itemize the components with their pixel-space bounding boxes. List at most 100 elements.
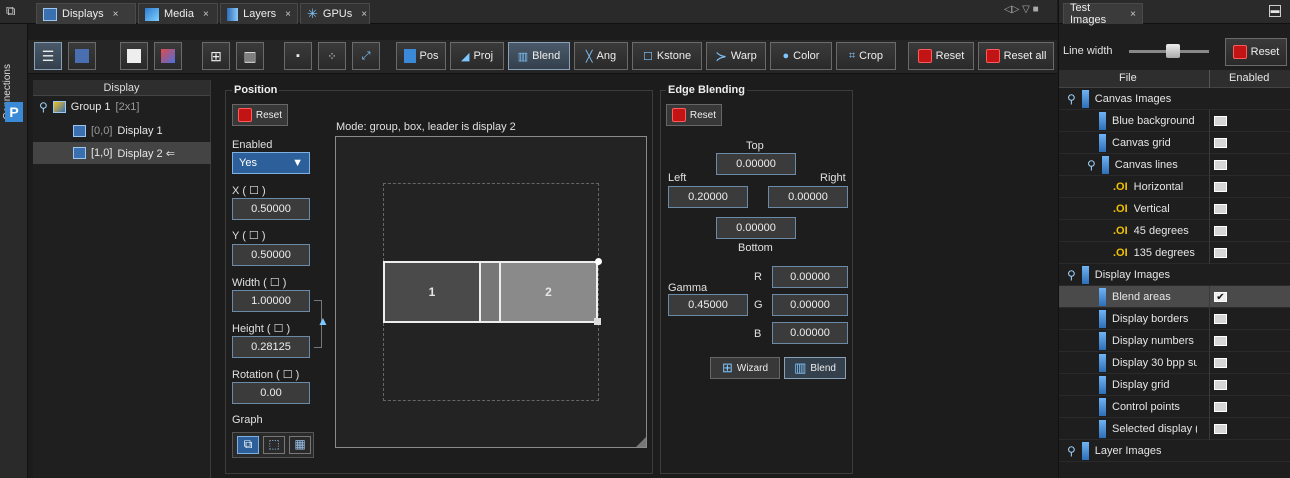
blend-button[interactable]: ▥ Blend bbox=[508, 42, 570, 70]
pin-icon[interactable]: ⚲ bbox=[1067, 92, 1076, 106]
top-field[interactable]: 0.00000 bbox=[716, 153, 796, 175]
tab-layers[interactable]: Layers × bbox=[220, 3, 298, 24]
tab-close-icon[interactable]: × bbox=[285, 9, 291, 20]
file-row[interactable]: .OI Vertical bbox=[1059, 198, 1290, 220]
file-row[interactable]: .OI 45 degrees bbox=[1059, 220, 1290, 242]
file-row[interactable]: Display grid bbox=[1059, 374, 1290, 396]
file-row[interactable]: Control points bbox=[1059, 396, 1290, 418]
blend-apply-button[interactable]: ▥ Blend bbox=[784, 357, 846, 379]
multi-point-button[interactable]: ⁘ bbox=[318, 42, 346, 70]
g-field[interactable]: 0.00000 bbox=[772, 294, 848, 316]
position-reset-button[interactable]: Reset bbox=[232, 104, 288, 126]
tab-close-icon[interactable]: × bbox=[1130, 9, 1136, 20]
single-point-button[interactable]: ▪ bbox=[284, 42, 312, 70]
gamma-field[interactable]: 0.45000 bbox=[668, 294, 748, 316]
file-row[interactable]: Display numbers bbox=[1059, 330, 1290, 352]
graph-grid-icon[interactable]: ▦ bbox=[289, 436, 311, 454]
check-display-button[interactable] bbox=[68, 42, 96, 70]
enabled-select[interactable]: Yes ▼ bbox=[232, 152, 310, 174]
enabled-checkbox[interactable] bbox=[1214, 182, 1227, 192]
line-width-slider-thumb[interactable] bbox=[1166, 44, 1180, 58]
grid-layout-button[interactable]: ⊞ bbox=[202, 42, 230, 70]
tab-displays[interactable]: Displays × bbox=[36, 3, 136, 24]
file-row[interactable]: ⚲ Canvas lines bbox=[1059, 154, 1290, 176]
tab-scroll-arrows-icon[interactable]: ◁▷ ▽ ■ bbox=[1004, 4, 1039, 15]
rotation-field[interactable]: 0.00 bbox=[232, 382, 310, 404]
file-row[interactable]: Blend areas ✔ bbox=[1059, 286, 1290, 308]
file-row[interactable]: Selected display ( bbox=[1059, 418, 1290, 440]
file-row[interactable]: Canvas grid bbox=[1059, 132, 1290, 154]
left-field[interactable]: 0.20000 bbox=[668, 186, 748, 208]
file-row[interactable]: .OI 135 degrees bbox=[1059, 242, 1290, 264]
pin-icon[interactable]: ⚲ bbox=[1067, 268, 1076, 282]
enabled-checkbox[interactable] bbox=[1214, 116, 1227, 126]
file-row[interactable]: .OI Horizontal bbox=[1059, 176, 1290, 198]
aspect-lock-icon[interactable]: ▲ bbox=[317, 314, 329, 328]
test-images-reset-button[interactable]: Reset bbox=[1225, 38, 1287, 66]
file-group-row[interactable]: ⚲ Display Images bbox=[1059, 264, 1290, 286]
reset-button[interactable]: Reset bbox=[908, 42, 974, 70]
tab-media[interactable]: Media × bbox=[138, 3, 218, 24]
right-field[interactable]: 0.00000 bbox=[768, 186, 848, 208]
tree-display-row-selected[interactable]: [1,0] Display 2 ⇐ bbox=[33, 142, 211, 164]
resize-handle[interactable] bbox=[594, 318, 601, 325]
bottom-field[interactable]: 0.00000 bbox=[716, 217, 796, 239]
warp-button[interactable]: ≻ Warp bbox=[706, 42, 766, 70]
enabled-checkbox[interactable] bbox=[1214, 160, 1227, 170]
y-field[interactable]: 0.50000 bbox=[232, 244, 310, 266]
enabled-checkbox[interactable] bbox=[1214, 358, 1227, 368]
graph-box-icon[interactable]: ⬚ bbox=[263, 436, 285, 454]
kstone-button[interactable]: ☐ Kstone bbox=[632, 42, 702, 70]
enabled-column-header[interactable]: Enabled bbox=[1229, 72, 1269, 84]
pin-icon[interactable]: ⚲ bbox=[1067, 444, 1076, 458]
tree-group-row[interactable]: ⚲ Group 1 [2x1] bbox=[33, 96, 211, 118]
pos-button[interactable]: Pos bbox=[396, 42, 446, 70]
width-field[interactable]: 1.00000 bbox=[232, 290, 310, 312]
list-view-button[interactable]: ☰ bbox=[34, 42, 62, 70]
file-row[interactable]: Blue background bbox=[1059, 110, 1290, 132]
x-field[interactable]: 0.50000 bbox=[232, 198, 310, 220]
enabled-checkbox[interactable] bbox=[1214, 336, 1227, 346]
display-column-header[interactable]: Display bbox=[33, 80, 210, 96]
enabled-checkbox[interactable] bbox=[1214, 138, 1227, 148]
tab-close-icon[interactable]: × bbox=[203, 9, 209, 20]
tab-close-icon[interactable]: × bbox=[113, 9, 119, 20]
file-row[interactable]: Display borders bbox=[1059, 308, 1290, 330]
minimize-panel-icon[interactable]: ▬ bbox=[1269, 5, 1281, 17]
enabled-checkbox[interactable] bbox=[1214, 402, 1227, 412]
crop-button[interactable]: ⌗ Crop bbox=[836, 42, 896, 70]
enabled-checkbox[interactable]: ✔ bbox=[1214, 292, 1227, 303]
file-group-row[interactable]: ⚲ Canvas Images bbox=[1059, 88, 1290, 110]
height-field[interactable]: 0.28125 bbox=[232, 336, 310, 358]
tab-test-images[interactable]: Test Images × bbox=[1063, 2, 1143, 26]
graph-fit-icon[interactable]: ⧉ bbox=[237, 436, 259, 454]
enabled-checkbox[interactable] bbox=[1214, 204, 1227, 214]
file-group-row[interactable]: ⚲ Layer Images bbox=[1059, 440, 1290, 462]
window-restore-icon[interactable]: ⧉ bbox=[6, 3, 15, 19]
tree-display-row[interactable]: [0,0] Display 1 bbox=[33, 120, 211, 142]
r-field[interactable]: 0.00000 bbox=[772, 266, 848, 288]
file-row[interactable]: Display 30 bpp su bbox=[1059, 352, 1290, 374]
pin-icon[interactable]: ⚲ bbox=[1087, 158, 1096, 172]
display-1-rect[interactable]: 1 bbox=[383, 261, 479, 323]
columns-layout-button[interactable]: ▥ bbox=[236, 42, 264, 70]
display-white-button[interactable] bbox=[120, 42, 148, 70]
display-color-button[interactable] bbox=[154, 42, 182, 70]
reset-all-button[interactable]: Reset all bbox=[978, 42, 1054, 70]
pin-icon[interactable]: ⚲ bbox=[39, 100, 48, 114]
wizard-button[interactable]: ⊞ Wizard bbox=[710, 357, 780, 379]
enabled-checkbox[interactable] bbox=[1214, 248, 1227, 258]
ang-button[interactable]: ╳ Ang bbox=[574, 42, 628, 70]
transform-button[interactable]: ⤢ bbox=[352, 42, 380, 70]
proj-button[interactable]: ◢ Proj bbox=[450, 42, 504, 70]
enabled-checkbox[interactable] bbox=[1214, 380, 1227, 390]
rotate-handle[interactable] bbox=[595, 258, 602, 265]
color-button[interactable]: ● Color bbox=[770, 42, 832, 70]
file-column-header[interactable]: File bbox=[1119, 72, 1137, 84]
display-2-rect[interactable]: 2 bbox=[501, 261, 598, 323]
edge-reset-button[interactable]: Reset bbox=[666, 104, 722, 126]
enabled-checkbox[interactable] bbox=[1214, 424, 1227, 434]
tab-close-icon[interactable]: × bbox=[361, 9, 367, 20]
b-field[interactable]: 0.00000 bbox=[772, 322, 848, 344]
enabled-checkbox[interactable] bbox=[1214, 226, 1227, 236]
